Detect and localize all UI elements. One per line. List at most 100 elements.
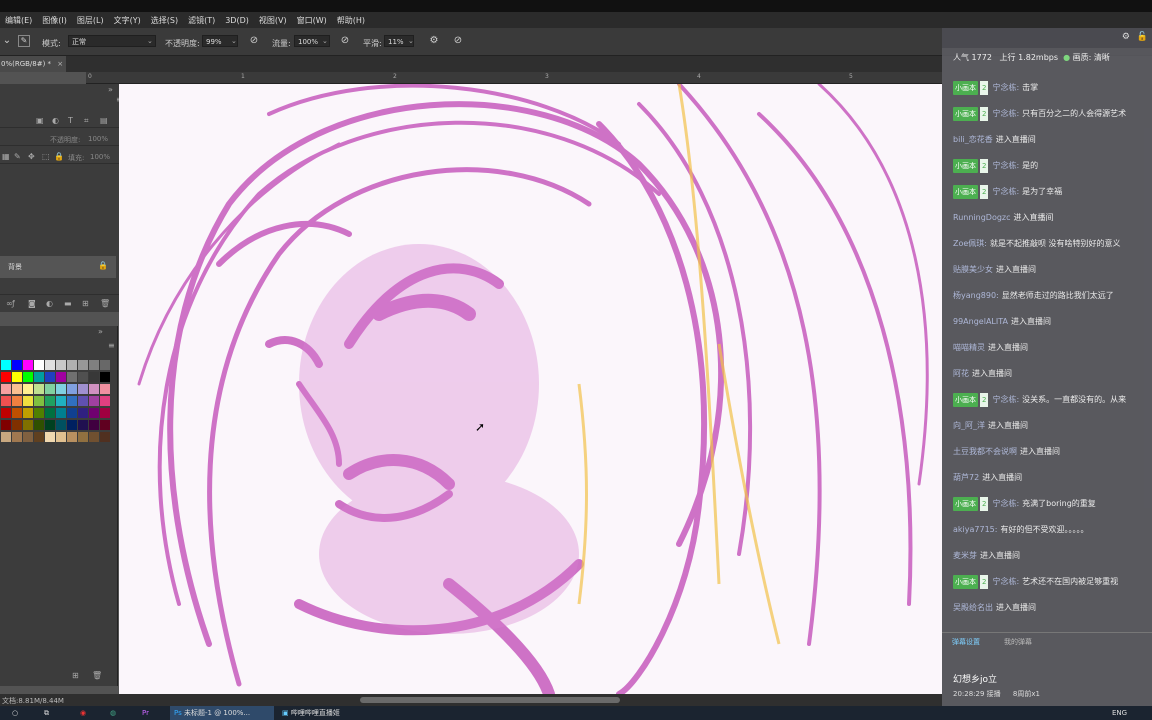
pressure-opacity-icon[interactable]: ⊘ <box>248 35 260 47</box>
gear-icon[interactable]: ⚙ <box>428 35 440 47</box>
chat-username[interactable]: 宁念栋: <box>992 83 1019 92</box>
color-swatch[interactable] <box>34 396 44 406</box>
color-swatch[interactable] <box>45 384 55 394</box>
horizontal-scrollbar[interactable] <box>360 697 620 703</box>
color-swatch[interactable] <box>89 432 99 442</box>
color-swatch[interactable] <box>56 372 66 382</box>
mode-select[interactable]: 正常 <box>68 35 156 47</box>
color-swatch[interactable] <box>78 432 88 442</box>
chat-username[interactable]: 土豆我都不会说啊 <box>953 447 1017 456</box>
chat-username[interactable]: 杨yang890: <box>953 291 999 300</box>
menu-edit[interactable]: 编辑(E) <box>5 15 32 26</box>
menu-view[interactable]: 视图(V) <box>259 15 287 26</box>
color-swatch[interactable] <box>34 420 44 430</box>
lock-pixels-icon[interactable]: ▦ <box>2 153 10 161</box>
color-swatch[interactable] <box>1 432 11 442</box>
color-swatch[interactable] <box>45 372 55 382</box>
color-swatch[interactable] <box>1 372 11 382</box>
color-swatch[interactable] <box>56 396 66 406</box>
close-icon[interactable]: × <box>57 60 63 68</box>
color-swatch[interactable] <box>56 384 66 394</box>
color-swatch[interactable] <box>12 432 22 442</box>
color-swatch[interactable] <box>23 384 33 394</box>
app-icon-red[interactable]: ◉ <box>80 706 86 720</box>
collapse-icon[interactable]: » <box>108 86 116 94</box>
layer-row-background[interactable]: 背景 🔒 <box>0 256 116 278</box>
color-swatch[interactable] <box>45 420 55 430</box>
chat-username[interactable]: 宁念栋: <box>992 577 1019 586</box>
new-swatch-icon[interactable]: ⊞ <box>72 672 80 680</box>
color-swatch[interactable] <box>23 420 33 430</box>
menu-type[interactable]: 文字(Y) <box>114 15 141 26</box>
color-swatch[interactable] <box>78 408 88 418</box>
layer-opacity-value[interactable]: 100% <box>88 135 108 143</box>
lock-artboard-icon[interactable]: ⬚ <box>42 153 50 161</box>
color-swatch[interactable] <box>56 360 66 370</box>
color-swatch[interactable] <box>34 408 44 418</box>
flow-chevron-icon[interactable]: ⌄ <box>322 37 328 45</box>
color-swatch[interactable] <box>100 408 110 418</box>
lock-paint-icon[interactable]: ✎ <box>14 153 22 161</box>
chat-username[interactable]: 吴殿给名出 <box>953 603 993 612</box>
new-layer-icon[interactable]: ⊞ <box>82 300 90 308</box>
fx-icon[interactable]: ƒ <box>12 300 20 308</box>
color-swatch[interactable] <box>100 420 110 430</box>
chat-username[interactable]: 葫芦72 <box>953 473 979 482</box>
trash-icon[interactable]: 🗑 <box>100 300 110 308</box>
taskbar-live-window[interactable]: ▣ 哔哩哔哩直播姬 <box>278 706 382 720</box>
chat-username[interactable]: RunningDogzc <box>953 213 1011 222</box>
color-swatch[interactable] <box>34 432 44 442</box>
color-swatch[interactable] <box>56 408 66 418</box>
color-swatch[interactable] <box>12 372 22 382</box>
chat-username[interactable]: bili_恋花香 <box>953 135 993 144</box>
task-view-icon[interactable]: ⧉ <box>44 706 49 720</box>
color-swatch[interactable] <box>45 396 55 406</box>
menu-select[interactable]: 选择(S) <box>151 15 178 26</box>
color-swatch[interactable] <box>100 372 110 382</box>
color-swatch[interactable] <box>34 372 44 382</box>
color-swatch[interactable] <box>34 384 44 394</box>
chat-username[interactable]: 99AngelALITA <box>953 317 1008 326</box>
color-swatch[interactable] <box>23 408 33 418</box>
premiere-icon[interactable]: Pr <box>142 706 149 720</box>
search-icon[interactable]: ○ <box>12 706 18 720</box>
color-swatch[interactable] <box>78 396 88 406</box>
chat-username[interactable]: Zoe佩琪: <box>953 239 987 248</box>
color-swatch[interactable] <box>12 408 22 418</box>
color-swatch[interactable] <box>67 360 77 370</box>
filter-type-icon[interactable]: T <box>68 117 76 125</box>
pressure-size-icon[interactable]: ⊘ <box>452 35 464 47</box>
language-indicator[interactable]: ENG <box>1112 706 1127 720</box>
color-swatch[interactable] <box>23 372 33 382</box>
layer-fill-value[interactable]: 100% <box>90 153 110 161</box>
menu-layer[interactable]: 图层(L) <box>77 15 104 26</box>
chrome-icon[interactable]: ◍ <box>110 706 116 720</box>
color-swatch[interactable] <box>78 420 88 430</box>
color-swatch[interactable] <box>45 408 55 418</box>
color-swatch[interactable] <box>67 372 77 382</box>
color-swatch[interactable] <box>12 396 22 406</box>
collapse-icon[interactable]: » <box>98 328 106 336</box>
chat-username[interactable]: 贴膜美少女 <box>953 265 993 274</box>
chat-username[interactable]: 宁念栋: <box>992 161 1019 170</box>
filter-smart-icon[interactable]: ▤ <box>100 117 108 125</box>
filter-adjust-icon[interactable]: ◐ <box>52 117 60 125</box>
menu-help[interactable]: 帮助(H) <box>337 15 365 26</box>
chat-username[interactable]: 宁念栋: <box>992 499 1019 508</box>
mask-icon[interactable]: ◙ <box>28 300 36 308</box>
color-swatch[interactable] <box>89 384 99 394</box>
chat-username[interactable]: 宁念栋: <box>992 395 1019 404</box>
color-swatch[interactable] <box>100 396 110 406</box>
color-swatch[interactable] <box>100 384 110 394</box>
color-swatch[interactable] <box>67 408 77 418</box>
menu-3d[interactable]: 3D(D) <box>225 16 249 25</box>
airbrush-icon[interactable]: ⊘ <box>339 35 351 47</box>
color-swatch[interactable] <box>1 396 11 406</box>
menu-window[interactable]: 窗口(W) <box>297 15 327 26</box>
gear-icon[interactable]: ⚙ <box>1122 32 1130 42</box>
color-swatch[interactable] <box>1 408 11 418</box>
lock-all-icon[interactable]: 🔒 <box>54 153 64 161</box>
chat-username[interactable]: 向_阿_洋 <box>953 421 985 430</box>
tab-my-danmaku[interactable]: 我的弹幕 <box>1004 637 1032 647</box>
color-swatch[interactable] <box>78 360 88 370</box>
